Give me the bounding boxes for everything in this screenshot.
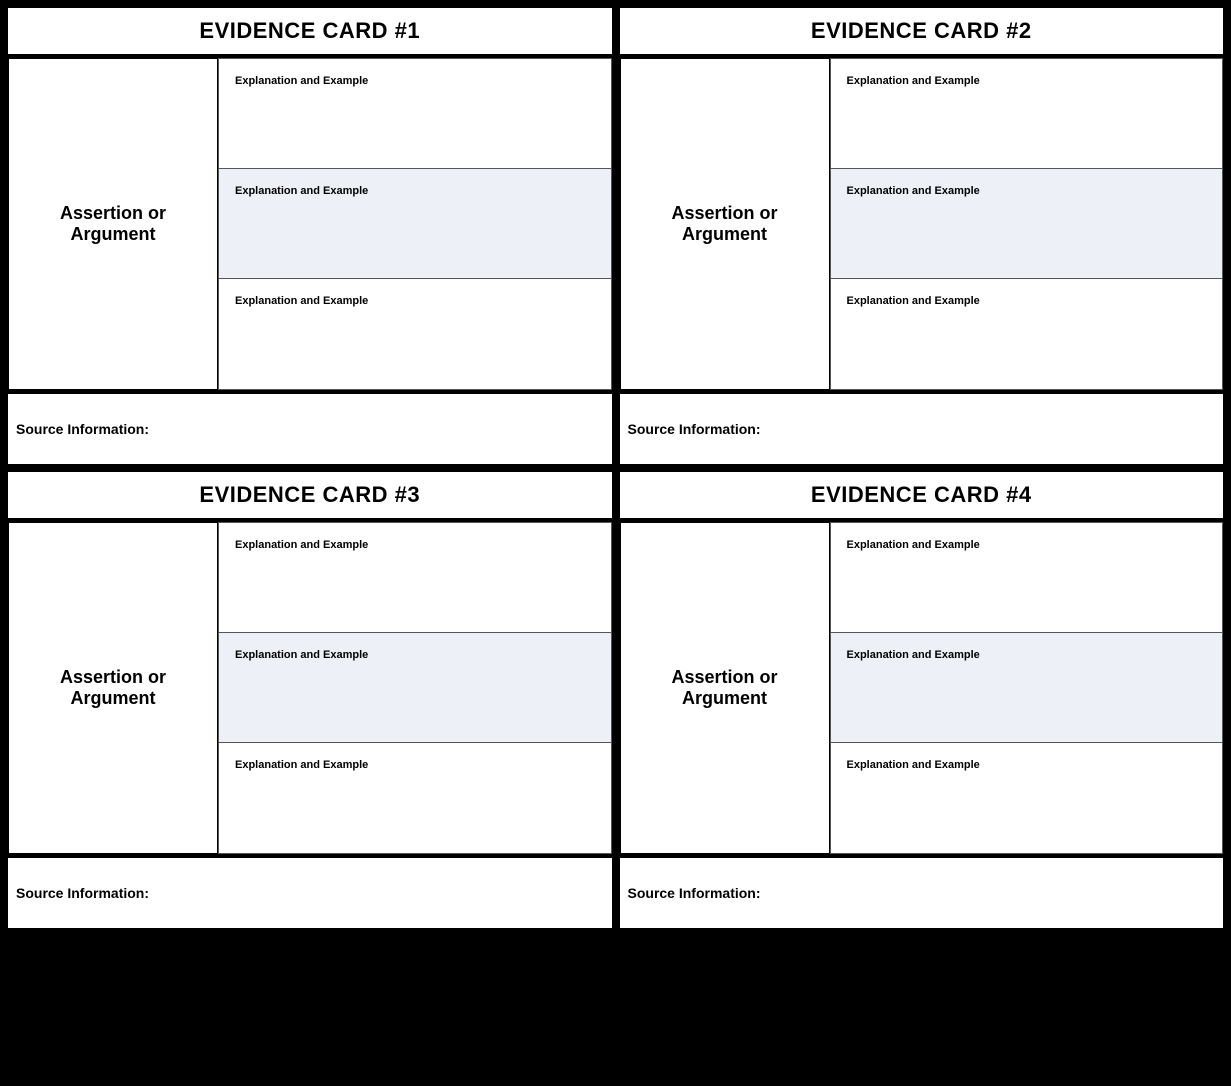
card-1-explanations: Explanation and Example Explanation and … bbox=[218, 58, 612, 390]
card-4-explanation-3[interactable]: Explanation and Example bbox=[831, 743, 1223, 853]
evidence-card-4: EVIDENCE CARD #4 Assertion or Argument E… bbox=[620, 472, 1224, 928]
evidence-card-3: EVIDENCE CARD #3 Assertion or Argument E… bbox=[8, 472, 612, 928]
card-3-explanation-3[interactable]: Explanation and Example bbox=[219, 743, 611, 853]
card-1-body: Assertion or Argument Explanation and Ex… bbox=[8, 58, 612, 390]
card-1-source-label: Source Information: bbox=[16, 421, 149, 437]
card-2-assertion-text: Assertion or Argument bbox=[637, 203, 813, 245]
card-4-assertion-text: Assertion or Argument bbox=[637, 667, 813, 709]
card-3-body: Assertion or Argument Explanation and Ex… bbox=[8, 522, 612, 854]
card-4-header: EVIDENCE CARD #4 bbox=[620, 472, 1224, 518]
card-3-source-label: Source Information: bbox=[16, 885, 149, 901]
card-4-source-label: Source Information: bbox=[628, 885, 761, 901]
card-3-assertion-text: Assertion or Argument bbox=[25, 667, 201, 709]
card-3-source: Source Information: bbox=[8, 858, 612, 928]
card-2-explanation-3[interactable]: Explanation and Example bbox=[831, 279, 1223, 389]
evidence-card-2: EVIDENCE CARD #2 Assertion or Argument E… bbox=[620, 8, 1224, 464]
card-2-source-label: Source Information: bbox=[628, 421, 761, 437]
card-1-assertion: Assertion or Argument bbox=[8, 58, 218, 390]
card-3-assertion: Assertion or Argument bbox=[8, 522, 218, 854]
card-3-explanation-1[interactable]: Explanation and Example bbox=[219, 523, 611, 633]
card-3-explanation-2[interactable]: Explanation and Example bbox=[219, 633, 611, 743]
card-1-explanation-2[interactable]: Explanation and Example bbox=[219, 169, 611, 279]
card-1-explanation-3[interactable]: Explanation and Example bbox=[219, 279, 611, 389]
card-2-header: EVIDENCE CARD #2 bbox=[620, 8, 1224, 54]
card-2-explanation-2[interactable]: Explanation and Example bbox=[831, 169, 1223, 279]
card-3-title: EVIDENCE CARD #3 bbox=[18, 482, 602, 508]
card-4-body: Assertion or Argument Explanation and Ex… bbox=[620, 522, 1224, 854]
card-2-title: EVIDENCE CARD #2 bbox=[630, 18, 1214, 44]
card-2-explanation-1[interactable]: Explanation and Example bbox=[831, 59, 1223, 169]
card-4-source: Source Information: bbox=[620, 858, 1224, 928]
card-4-title: EVIDENCE CARD #4 bbox=[630, 482, 1214, 508]
card-2-source: Source Information: bbox=[620, 394, 1224, 464]
card-1-title: EVIDENCE CARD #1 bbox=[18, 18, 602, 44]
card-3-header: EVIDENCE CARD #3 bbox=[8, 472, 612, 518]
card-4-explanation-1[interactable]: Explanation and Example bbox=[831, 523, 1223, 633]
card-1-assertion-text: Assertion or Argument bbox=[25, 203, 201, 245]
card-1-explanation-1[interactable]: Explanation and Example bbox=[219, 59, 611, 169]
page-grid: EVIDENCE CARD #1 Assertion or Argument E… bbox=[8, 8, 1223, 928]
card-1-header: EVIDENCE CARD #1 bbox=[8, 8, 612, 54]
card-4-assertion: Assertion or Argument bbox=[620, 522, 830, 854]
card-2-explanations: Explanation and Example Explanation and … bbox=[830, 58, 1224, 390]
card-4-explanation-2[interactable]: Explanation and Example bbox=[831, 633, 1223, 743]
card-2-body: Assertion or Argument Explanation and Ex… bbox=[620, 58, 1224, 390]
card-2-assertion: Assertion or Argument bbox=[620, 58, 830, 390]
card-4-explanations: Explanation and Example Explanation and … bbox=[830, 522, 1224, 854]
card-3-explanations: Explanation and Example Explanation and … bbox=[218, 522, 612, 854]
card-1-source: Source Information: bbox=[8, 394, 612, 464]
evidence-card-1: EVIDENCE CARD #1 Assertion or Argument E… bbox=[8, 8, 612, 464]
